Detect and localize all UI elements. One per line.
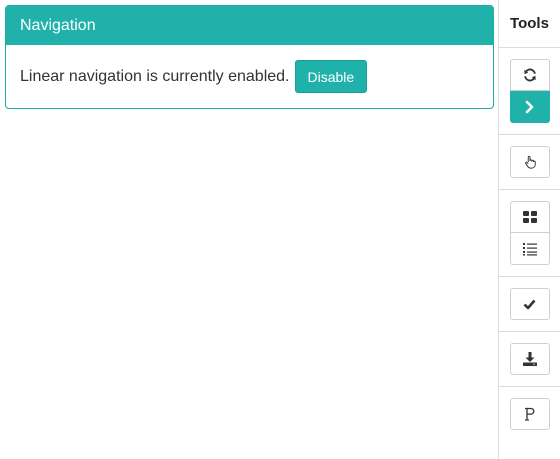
list-view-icon: [522, 242, 537, 256]
format-button[interactable]: [509, 398, 550, 430]
tools-sidebar: Tools: [498, 0, 560, 459]
tool-group-format: [499, 387, 560, 441]
tool-group-view: [499, 190, 560, 277]
tool-group-navigation: [499, 48, 560, 135]
next-button[interactable]: [509, 91, 550, 123]
list-view-button[interactable]: [509, 233, 550, 265]
download-button[interactable]: [509, 343, 550, 375]
disable-button[interactable]: Disable: [294, 60, 368, 93]
tool-group-pointer: [499, 135, 560, 190]
pointer-button[interactable]: [509, 146, 550, 178]
checkmark-icon: [523, 299, 536, 310]
download-icon: [522, 352, 537, 366]
format-icon: [524, 407, 536, 421]
tools-title: Tools: [499, 0, 560, 48]
panel-title: Navigation: [6, 6, 493, 45]
pointer-hand-icon: [523, 155, 537, 169]
navigation-status-text: Linear navigation is currently enabled.: [20, 67, 290, 85]
tool-group-download: [499, 332, 560, 387]
grid-view-button[interactable]: [509, 201, 550, 233]
refresh-button[interactable]: [509, 59, 550, 91]
refresh-icon: [523, 68, 537, 82]
tool-group-check: [499, 277, 560, 332]
check-button[interactable]: [509, 288, 550, 320]
chevron-right-icon: [524, 100, 536, 114]
grid-view-icon: [522, 211, 537, 223]
panel-body: Linear navigation is currently enabled. …: [6, 45, 493, 108]
navigation-panel: Navigation Linear navigation is currentl…: [5, 5, 494, 109]
